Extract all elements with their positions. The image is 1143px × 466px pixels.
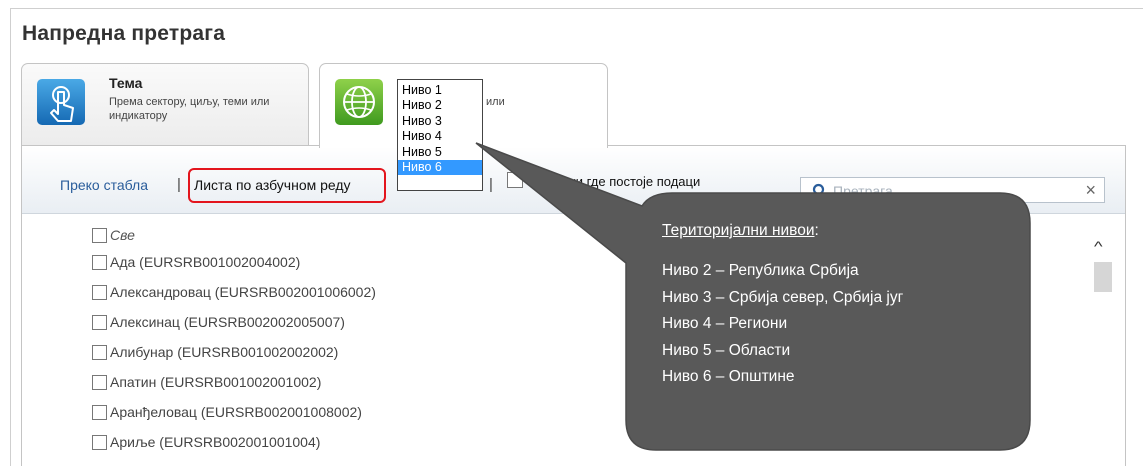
level-option[interactable]: Ниво 3 [398,114,482,129]
tree-view-link[interactable]: Преко стабла [60,177,148,193]
search-box: × [800,177,1105,203]
checkbox[interactable] [92,228,107,243]
list-item-label: Апатин (EURSRB001002001002) [110,374,322,390]
scroll-up-icon[interactable]: ^ [1094,238,1103,254]
level-option-selected[interactable]: Ниво 6 [398,159,482,176]
tab-topic[interactable]: Тема Према сектору, циљу, теми или индик… [21,63,309,146]
scrollbar-thumb[interactable] [1094,262,1112,292]
list-item-label: Алибунар (EURSRB001002002002) [110,344,339,360]
toolbar-separator: | [177,176,181,193]
page-title: Напредна претрага [22,22,226,45]
level-option[interactable]: Ниво 1 [398,83,482,98]
checkbox[interactable] [92,375,107,390]
level-option[interactable]: Ниво 4 [398,129,482,144]
checkbox[interactable] [92,285,107,300]
checkbox[interactable] [92,405,107,420]
results-panel: Преко стабла | Листа по азбучном реду | … [21,145,1126,466]
globe-icon [334,78,384,126]
search-input[interactable] [833,181,1073,200]
list-item-label: Све [110,227,135,243]
callout-line: Ниво 2 – Република Србија [662,262,859,279]
level-listbox[interactable]: Ниво 1 Ниво 2 Ниво 3 Ниво 4 Ниво 5 Ниво … [397,79,483,191]
close-icon[interactable]: × [1085,180,1096,200]
list-item-label: Алексинац (EURSRB002002005007) [110,314,345,330]
callout-line: Ниво 4 – Региони [662,315,788,332]
tab-topic-title: Тема [109,75,143,91]
toolbar: Преко стабла | Листа по азбучном реду | … [22,146,1125,214]
callout-line: Ниво 3 – Србија север, Србија југ [662,288,904,306]
toolbar-separator: | [489,176,493,193]
callout-line: Ниво 5 – Области [662,341,791,359]
touch-hand-icon [36,78,86,126]
search-icon [809,182,827,200]
alphabetical-list-link[interactable]: Листа по азбучном реду [194,177,351,193]
list-item-label: Ада (EURSRB001002004002) [110,254,301,270]
show-data-label: Прикажи где постоје подаци [530,174,701,189]
checkbox[interactable] [92,435,107,450]
callout-heading: Територијални нивои [662,222,815,239]
list-item-label: Александровац (EURSRB002001006002) [110,284,376,300]
level-option[interactable]: Ниво 2 [398,98,482,113]
checkbox[interactable] [92,315,107,330]
list-item-label: Ариље (EURSRB002001001004) [110,434,321,450]
callout-text: Територијални нивои: Ниво 2 – Република … [662,222,903,391]
callout-heading-suffix: : [814,222,819,239]
checkbox[interactable] [92,255,107,270]
list-item-label: Аранђеловац (EURSRB002001008002) [110,404,362,420]
level-option[interactable]: Ниво 5 [398,145,482,160]
callout-line: Ниво 6 – Општине [662,368,795,385]
show-data-checkbox[interactable] [507,172,523,188]
checkbox[interactable] [92,345,107,360]
tab-topic-desc: Према сектору, циљу, теми или индикатору [109,96,270,122]
